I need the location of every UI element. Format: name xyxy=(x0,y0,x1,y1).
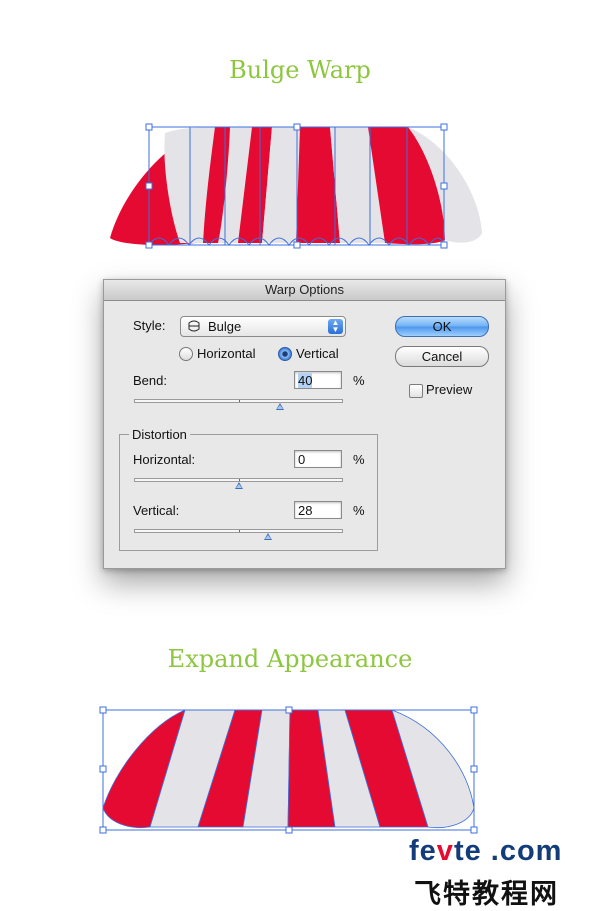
awning-stripes xyxy=(110,127,482,246)
watermark-chinese: 飞特教程网 xyxy=(414,879,559,910)
vertical-radio-label: Vertical xyxy=(296,346,339,361)
bulge-icon xyxy=(188,320,200,332)
distortion-group-label: Distortion xyxy=(129,427,190,442)
bend-input[interactable]: 40 xyxy=(294,371,342,389)
dialog-title: Warp Options xyxy=(104,280,505,301)
bend-slider-thumb[interactable] xyxy=(276,403,285,410)
bend-value: 40 xyxy=(298,373,313,388)
horizontal-radio[interactable] xyxy=(179,347,193,361)
vertical-distortion-unit: % xyxy=(353,503,365,518)
vertical-distortion-thumb[interactable] xyxy=(263,533,272,540)
bend-label: Bend: xyxy=(133,373,167,388)
preview-label: Preview xyxy=(426,382,473,397)
style-select[interactable]: Bulge ▲ ▼ xyxy=(180,316,346,337)
wm-v: v xyxy=(436,835,454,867)
horizontal-distortion-label: Horizontal: xyxy=(133,452,196,467)
vertical-distortion-value: 28 xyxy=(298,503,313,518)
horizontal-distortion-value: 0 xyxy=(298,452,306,467)
vertical-distortion-input[interactable]: 28 xyxy=(294,501,342,519)
expanded-stripes xyxy=(102,709,475,829)
cancel-button[interactable]: Cancel xyxy=(395,346,489,367)
expanded-artwork[interactable] xyxy=(0,700,600,840)
vertical-distortion-label: Vertical: xyxy=(133,503,180,518)
wm-te-com: te .com xyxy=(453,835,563,867)
horizontal-distortion-thumb[interactable] xyxy=(234,482,243,489)
warp-options-dialog: Warp Options Style: Bulge ▲ ▼ Horizontal … xyxy=(103,279,506,569)
bend-unit: % xyxy=(353,373,365,388)
style-label: Style: xyxy=(133,318,166,333)
horizontal-distortion-input[interactable]: 0 xyxy=(294,450,342,468)
preview-checkbox[interactable] xyxy=(409,384,423,398)
horizontal-distortion-unit: % xyxy=(353,452,365,467)
bulge-warp-heading: Bulge Warp xyxy=(229,56,371,84)
wm-fe: fe xyxy=(409,835,437,867)
bend-slider[interactable] xyxy=(134,399,343,403)
horizontal-radio-label: Horizontal xyxy=(197,346,256,361)
bulge-warp-artwork[interactable] xyxy=(0,115,600,255)
vertical-distortion-slider[interactable] xyxy=(134,529,343,533)
expand-appearance-heading: Expand Appearance xyxy=(167,645,413,673)
ok-button[interactable]: OK xyxy=(395,316,489,337)
vertical-radio[interactable] xyxy=(278,347,292,361)
style-select-value: Bulge xyxy=(208,319,242,334)
select-arrows-icon: ▲ ▼ xyxy=(328,319,343,334)
watermark-fevte: fevte .com xyxy=(409,835,562,868)
